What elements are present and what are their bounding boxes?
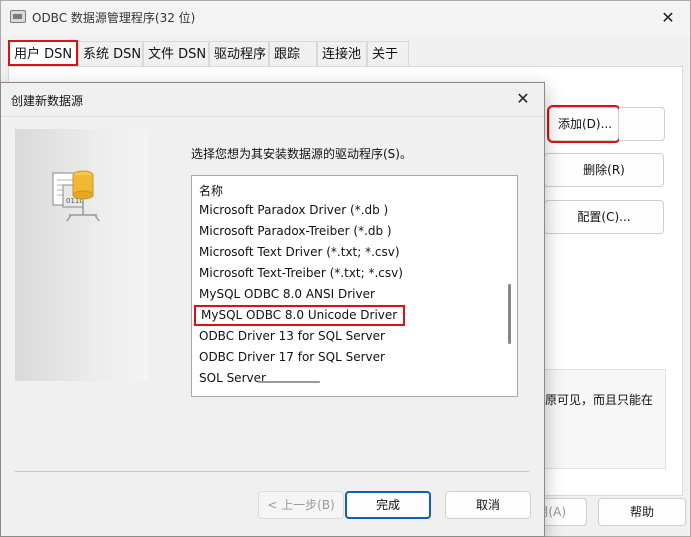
- driver-listbox[interactable]: 名称 Microsoft Paradox Driver (*.db ) Micr…: [191, 175, 518, 397]
- tab-connection-pool[interactable]: 连接池: [317, 41, 367, 67]
- create-data-source-dialog: 创建新数据源 ✕ 0110 选择您想为其安装数据源的驱动程序(S)。 名称 Mi…: [0, 82, 545, 537]
- window-title: ODBC 数据源管理程序(32 位): [32, 11, 196, 25]
- horizontal-scrollbar-thumb[interactable]: [258, 381, 320, 383]
- add-button[interactable]: 添加(D)...: [547, 105, 621, 143]
- odbc-app-icon: [10, 10, 26, 23]
- list-column-header[interactable]: 名称: [199, 182, 223, 199]
- tab-about[interactable]: 关于: [367, 41, 409, 67]
- vertical-scrollbar-thumb[interactable]: [508, 284, 511, 344]
- list-item[interactable]: Microsoft Paradox Driver (*.db ): [199, 200, 388, 221]
- configure-button[interactable]: 配置(C)...: [544, 200, 664, 234]
- horizontal-scrollbar-track[interactable]: [192, 382, 517, 396]
- list-item[interactable]: MySQL ODBC 8.0 ANSI Driver: [199, 284, 375, 305]
- dialog-button-divider: [15, 471, 529, 472]
- window-close-icon[interactable]: ✕: [656, 7, 680, 29]
- cancel-button[interactable]: 取消: [445, 491, 531, 519]
- list-item[interactable]: Microsoft Paradox-Treiber (*.db ): [199, 221, 392, 242]
- tab-system-dsn[interactable]: 系统 DSN: [78, 41, 143, 67]
- driver-prompt-label: 选择您想为其安装数据源的驱动程序(S)。: [191, 147, 412, 161]
- dialog-close-icon[interactable]: ✕: [512, 88, 534, 110]
- tab-drivers[interactable]: 驱动程序: [209, 41, 269, 67]
- list-item[interactable]: ODBC Driver 17 for SQL Server: [199, 347, 385, 368]
- description-text: 原可见，而且只能在: [545, 393, 654, 407]
- database-document-icon: 0110: [52, 170, 100, 222]
- tab-user-dsn[interactable]: 用户 DSN: [8, 40, 78, 66]
- list-item[interactable]: Microsoft Text Driver (*.txt; *.csv): [199, 242, 400, 263]
- finish-button[interactable]: 完成: [345, 491, 431, 519]
- remove-button[interactable]: 删除(R): [544, 153, 664, 187]
- dialog-title-divider: [1, 116, 544, 117]
- description-panel: 原可见，而且只能在: [540, 369, 666, 469]
- dialog-title: 创建新数据源: [11, 94, 84, 108]
- title-bar: ODBC 数据源管理程序(32 位) ✕: [1, 1, 690, 35]
- tab-file-dsn[interactable]: 文件 DSN: [143, 41, 209, 67]
- list-item[interactable]: Microsoft Text-Treiber (*.txt; *.csv): [199, 263, 403, 284]
- help-button[interactable]: 帮助: [598, 498, 686, 526]
- add-button-extension: [619, 107, 665, 141]
- list-item[interactable]: ODBC Driver 13 for SQL Server: [199, 326, 385, 347]
- back-button[interactable]: < 上一步(B): [258, 491, 344, 519]
- wizard-side-panel: 0110: [15, 129, 148, 381]
- tab-tracing[interactable]: 跟踪: [269, 41, 317, 67]
- list-item-selected[interactable]: MySQL ODBC 8.0 Unicode Driver: [194, 305, 406, 326]
